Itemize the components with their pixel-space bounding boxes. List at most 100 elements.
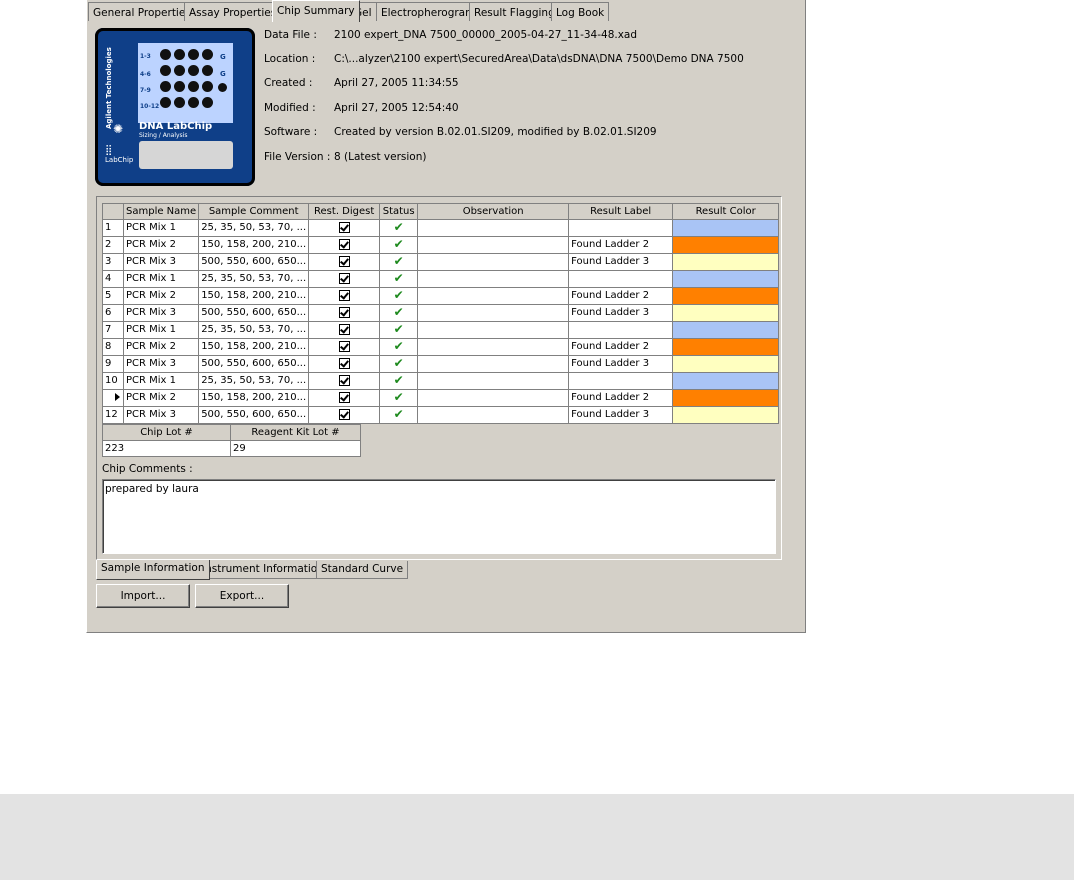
result-label-cell[interactable]: Found Ladder 2 bbox=[568, 338, 674, 356]
result-color-cell[interactable] bbox=[672, 219, 780, 237]
sample-name-cell[interactable]: PCR Mix 2 bbox=[122, 389, 200, 407]
table-row[interactable]: 4 PCR Mix 1 25, 35, 50, 53, 70, ... ✔ bbox=[102, 270, 780, 288]
sample-name-cell[interactable]: PCR Mix 1 bbox=[122, 270, 200, 288]
result-label-cell[interactable] bbox=[568, 219, 674, 237]
table-row[interactable]: 6 PCR Mix 3 500, 550, 600, 650... ✔ Found La… bbox=[102, 304, 780, 322]
observation-cell[interactable] bbox=[417, 304, 570, 322]
result-label-cell[interactable]: Found Ladder 2 bbox=[568, 389, 674, 407]
rest-digest-checkbox[interactable] bbox=[338, 221, 350, 233]
observation-cell[interactable] bbox=[417, 287, 570, 305]
status-header[interactable]: Status bbox=[379, 203, 419, 220]
result-color-cell[interactable] bbox=[672, 389, 780, 407]
sample-name-cell[interactable]: PCR Mix 3 bbox=[122, 304, 200, 322]
sample-name-cell[interactable]: PCR Mix 3 bbox=[122, 406, 200, 424]
rest-digest-header[interactable]: Rest. Digest bbox=[308, 203, 381, 220]
result-label-cell[interactable]: Found Ladder 3 bbox=[568, 253, 674, 271]
result-label-cell[interactable]: Found Ladder 3 bbox=[568, 406, 674, 424]
table-row[interactable]: 3 PCR Mix 3 500, 550, 600, 650... ✔ Found La… bbox=[102, 253, 780, 271]
tab-sample-information[interactable]: Sample Information bbox=[96, 560, 210, 580]
observation-cell[interactable] bbox=[417, 321, 570, 339]
sample-comment-cell[interactable]: 25, 35, 50, 53, 70, ... bbox=[198, 219, 310, 237]
rest-digest-checkbox[interactable] bbox=[338, 272, 350, 284]
table-row[interactable]: 10 PCR Mix 1 25, 35, 50, 53, 70, ... ✔ bbox=[102, 372, 780, 390]
observation-cell[interactable] bbox=[417, 236, 570, 254]
table-row[interactable]: 12 PCR Mix 3 500, 550, 600, 650... ✔ Found L… bbox=[102, 406, 780, 424]
sample-comment-cell[interactable]: 500, 550, 600, 650... bbox=[198, 253, 310, 271]
result-color-header[interactable]: Result Color bbox=[672, 203, 780, 220]
rest-digest-checkbox[interactable] bbox=[338, 357, 350, 369]
rest-digest-checkbox[interactable] bbox=[338, 306, 350, 318]
sample-name-cell[interactable]: PCR Mix 1 bbox=[122, 321, 200, 339]
tab-assay-properties[interactable]: Assay Properties bbox=[184, 2, 282, 21]
observation-cell[interactable] bbox=[417, 406, 570, 424]
sample-name-cell[interactable]: PCR Mix 3 bbox=[122, 253, 200, 271]
sample-comment-cell[interactable]: 25, 35, 50, 53, 70, ... bbox=[198, 270, 310, 288]
result-label-cell[interactable] bbox=[568, 321, 674, 339]
sample-name-cell[interactable]: PCR Mix 2 bbox=[122, 236, 200, 254]
result-color-cell[interactable] bbox=[672, 236, 780, 254]
table-row[interactable]: PCR Mix 2 150, 158, 200, 210... ✔ Found Lad… bbox=[102, 389, 780, 407]
result-color-cell[interactable] bbox=[672, 287, 780, 305]
rest-digest-checkbox[interactable] bbox=[338, 340, 350, 352]
import-button[interactable]: Import... bbox=[96, 584, 190, 608]
rest-digest-checkbox[interactable] bbox=[338, 289, 350, 301]
observation-cell[interactable] bbox=[417, 389, 570, 407]
table-row[interactable]: 2 PCR Mix 2 150, 158, 200, 210... ✔ Found La… bbox=[102, 236, 780, 254]
observation-header[interactable]: Observation bbox=[417, 203, 570, 220]
rest-digest-checkbox[interactable] bbox=[338, 255, 350, 267]
tab-log-book[interactable]: Log Book bbox=[551, 2, 610, 21]
export-button[interactable]: Export... bbox=[195, 584, 289, 608]
result-label-cell[interactable]: Found Ladder 3 bbox=[568, 355, 674, 373]
result-color-cell[interactable] bbox=[672, 270, 780, 288]
result-color-cell[interactable] bbox=[672, 253, 780, 271]
sample-name-cell[interactable]: PCR Mix 1 bbox=[122, 372, 200, 390]
rest-digest-checkbox[interactable] bbox=[338, 323, 350, 335]
sample-comment-cell[interactable]: 500, 550, 600, 650... bbox=[198, 304, 310, 322]
rest-digest-checkbox[interactable] bbox=[338, 374, 350, 386]
sample-name-cell[interactable]: PCR Mix 2 bbox=[122, 338, 200, 356]
result-label-cell[interactable]: Found Ladder 3 bbox=[568, 304, 674, 322]
sample-name-cell[interactable]: PCR Mix 3 bbox=[122, 355, 200, 373]
rest-digest-checkbox[interactable] bbox=[338, 391, 350, 403]
observation-cell[interactable] bbox=[417, 355, 570, 373]
table-row[interactable]: 8 PCR Mix 2 150, 158, 200, 210... ✔ Found La… bbox=[102, 338, 780, 356]
result-label-cell[interactable]: Found Ladder 2 bbox=[568, 287, 674, 305]
sample-name-header[interactable]: Sample Name bbox=[122, 203, 200, 220]
sample-name-cell[interactable]: PCR Mix 2 bbox=[122, 287, 200, 305]
rest-digest-checkbox[interactable] bbox=[338, 408, 350, 420]
tab-standard-curve[interactable]: Standard Curve bbox=[316, 561, 409, 579]
tab-result-flagging[interactable]: Result Flagging bbox=[469, 2, 560, 21]
sample-comment-header[interactable]: Sample Comment bbox=[198, 203, 310, 220]
table-row[interactable]: 7 PCR Mix 1 25, 35, 50, 53, 70, ... ✔ bbox=[102, 321, 780, 339]
table-row[interactable]: 9 PCR Mix 3 500, 550, 600, 650... ✔ Found La… bbox=[102, 355, 780, 373]
rest-digest-checkbox[interactable] bbox=[338, 238, 350, 250]
sample-comment-cell[interactable]: 25, 35, 50, 53, 70, ... bbox=[198, 372, 310, 390]
result-label-cell[interactable]: Found Ladder 2 bbox=[568, 236, 674, 254]
result-color-cell[interactable] bbox=[672, 338, 780, 356]
sample-comment-cell[interactable]: 500, 550, 600, 650... bbox=[198, 355, 310, 373]
table-row[interactable]: 1 PCR Mix 1 25, 35, 50, 53, 70, ... ✔ bbox=[102, 219, 780, 237]
sample-name-cell[interactable]: PCR Mix 1 bbox=[122, 219, 200, 237]
table-row[interactable]: 5 PCR Mix 2 150, 158, 200, 210... ✔ Found La… bbox=[102, 287, 780, 305]
observation-cell[interactable] bbox=[417, 219, 570, 237]
sample-comment-cell[interactable]: 150, 158, 200, 210... bbox=[198, 389, 310, 407]
observation-cell[interactable] bbox=[417, 372, 570, 390]
tab-general-properties[interactable]: General Properties bbox=[88, 2, 196, 21]
sample-comment-cell[interactable]: 150, 158, 200, 210... bbox=[198, 236, 310, 254]
result-color-cell[interactable] bbox=[672, 355, 780, 373]
result-label-cell[interactable] bbox=[568, 372, 674, 390]
sample-comment-cell[interactable]: 500, 550, 600, 650... bbox=[198, 406, 310, 424]
result-label-header[interactable]: Result Label bbox=[568, 203, 674, 220]
result-label-cell[interactable] bbox=[568, 270, 674, 288]
sample-comment-cell[interactable]: 150, 158, 200, 210... bbox=[198, 287, 310, 305]
tab-instrument-information[interactable]: Instrument Information bbox=[197, 561, 329, 579]
result-color-cell[interactable] bbox=[672, 372, 780, 390]
sample-comment-cell[interactable]: 25, 35, 50, 53, 70, ... bbox=[198, 321, 310, 339]
result-color-cell[interactable] bbox=[672, 304, 780, 322]
observation-cell[interactable] bbox=[417, 270, 570, 288]
observation-cell[interactable] bbox=[417, 253, 570, 271]
reagent-lot-field[interactable]: 29 bbox=[230, 440, 361, 457]
tab-chip-summary[interactable]: Chip Summary bbox=[272, 0, 360, 22]
chip-comments-field[interactable]: prepared by laura bbox=[102, 479, 776, 554]
chip-lot-field[interactable]: 223 bbox=[102, 440, 231, 457]
